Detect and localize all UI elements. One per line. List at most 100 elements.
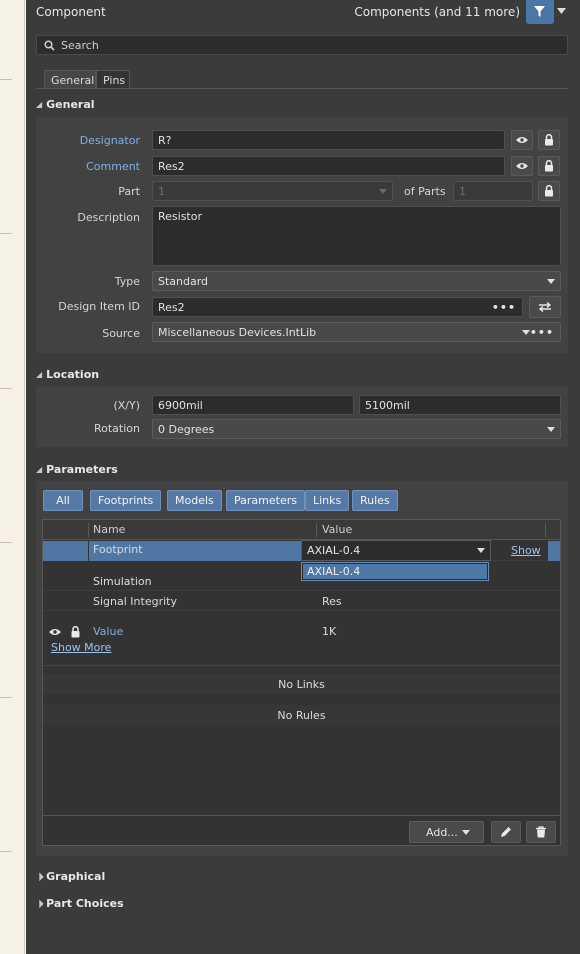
chevron-down-icon[interactable]	[557, 8, 566, 14]
search-icon	[44, 40, 55, 51]
of-parts-field: 1	[453, 181, 533, 201]
dropdown-option[interactable]: AXIAL-0.4	[303, 564, 487, 579]
pencil-icon	[501, 827, 511, 837]
section-graphical-label: Graphical	[46, 870, 106, 883]
rotation-select[interactable]: 0 Degrees	[152, 419, 561, 439]
canvas-edge	[0, 0, 25, 954]
type-label: Type	[114, 275, 140, 288]
designator-field[interactable]: R?	[152, 130, 505, 150]
filter-chip-all[interactable]: All	[43, 490, 83, 511]
param-value: 1K	[322, 625, 337, 638]
eye-icon	[516, 163, 528, 169]
panel-title: Component	[36, 5, 106, 19]
lock-icon[interactable]	[71, 626, 80, 638]
table-row[interactable]: Signal Integrity Res	[43, 591, 560, 611]
expand-triangle-icon: ◢	[33, 898, 45, 909]
lock-icon	[545, 160, 553, 172]
swap-arrows-icon	[538, 302, 552, 312]
type-value: Standard	[158, 275, 209, 288]
lock-icon	[545, 134, 553, 146]
eye-icon	[516, 137, 528, 143]
chevron-down-icon	[379, 189, 387, 194]
design-item-id-label: Design Item ID	[58, 300, 140, 313]
chevron-down-icon	[522, 330, 530, 335]
section-general-header[interactable]: ◢ General	[36, 98, 95, 111]
filter-chip-rules[interactable]: Rules	[352, 490, 398, 511]
designator-label: Designator	[79, 134, 140, 147]
more-options-icon[interactable]: •••	[492, 301, 516, 314]
filter-icon	[534, 6, 545, 17]
properties-panel: Component Components (and 11 more) Gener…	[26, 0, 580, 954]
of-parts-label: of Parts	[404, 185, 446, 198]
edit-parameter-button[interactable]	[491, 821, 521, 843]
section-parameters-header[interactable]: ◢ Parameters	[36, 463, 118, 476]
description-label: Description	[77, 211, 140, 224]
source-value: Miscellaneous Devices.IntLib	[158, 326, 317, 339]
tab-general[interactable]: General	[44, 70, 96, 89]
eye-icon[interactable]	[49, 628, 61, 636]
comment-label: Comment	[86, 160, 140, 173]
lock-icon	[545, 185, 553, 197]
chevron-down-icon	[462, 830, 470, 835]
filter-button[interactable]	[526, 0, 554, 24]
section-part-choices-header[interactable]: ◢ Part Choices	[33, 897, 124, 910]
param-name: Value	[93, 625, 124, 638]
filter-chip-footprints[interactable]: Footprints	[90, 490, 162, 511]
components-count-label[interactable]: Components (and 11 more)	[354, 5, 520, 19]
comment-visibility-button[interactable]	[511, 156, 533, 176]
designator-visibility-button[interactable]	[511, 130, 533, 150]
part-lock-button[interactable]	[538, 181, 560, 201]
table-row[interactable]: Value 1K	[43, 621, 560, 641]
filter-chip-models[interactable]: Models	[167, 490, 222, 511]
collapse-triangle-icon: ◢	[36, 100, 43, 109]
section-parameters-label: Parameters	[46, 463, 118, 476]
part-select: 1	[152, 181, 393, 201]
add-parameter-button[interactable]: Add...	[409, 821, 484, 843]
part-label: Part	[118, 185, 140, 198]
filter-chip-parameters[interactable]: Parameters	[226, 490, 305, 511]
footprint-dropdown-list: AXIAL-0.4	[301, 562, 489, 581]
no-rules-message: No Rules	[277, 709, 326, 722]
x-field[interactable]: 6900mil	[152, 395, 354, 415]
trash-icon	[536, 826, 546, 838]
footprint-value-select[interactable]: AXIAL-0.4	[301, 540, 491, 561]
panel-header: Component Components (and 11 more)	[26, 0, 580, 26]
source-select[interactable]: Miscellaneous Devices.IntLib •••	[152, 322, 561, 342]
show-more-link[interactable]: Show More	[51, 641, 111, 654]
param-name: Signal Integrity	[93, 595, 177, 608]
section-part-choices-label: Part Choices	[46, 897, 124, 910]
section-general-label: General	[46, 98, 95, 111]
designator-lock-button[interactable]	[538, 130, 560, 150]
type-select[interactable]: Standard	[152, 271, 561, 291]
y-field[interactable]: 5100mil	[359, 395, 561, 415]
footprint-value: AXIAL-0.4	[307, 544, 361, 557]
param-name: Footprint	[93, 543, 143, 556]
more-options-icon[interactable]: •••	[530, 326, 554, 339]
tab-divider	[36, 88, 568, 89]
grid-header: Name Value	[43, 520, 560, 540]
chevron-down-icon	[547, 279, 555, 284]
section-location-header[interactable]: ◢ Location	[36, 368, 99, 381]
add-button-label: Add...	[426, 826, 458, 839]
tab-pins[interactable]: Pins	[96, 70, 130, 89]
search-input[interactable]	[61, 37, 561, 53]
xy-label: (X/Y)	[113, 399, 140, 412]
search-box[interactable]	[36, 35, 568, 55]
collapse-triangle-icon: ◢	[36, 465, 43, 474]
footprint-show-link[interactable]: Show	[511, 544, 541, 557]
collapse-triangle-icon: ◢	[36, 370, 43, 379]
description-field[interactable]: Resistor	[152, 206, 561, 266]
source-label: Source	[102, 327, 140, 340]
comment-lock-button[interactable]	[538, 156, 560, 176]
filter-chip-links[interactable]: Links	[305, 490, 350, 511]
delete-parameter-button[interactable]	[526, 821, 556, 843]
chevron-down-icon	[477, 548, 485, 553]
param-name: Simulation	[93, 575, 152, 588]
swap-item-button[interactable]	[529, 296, 561, 318]
comment-field[interactable]: Res2	[152, 156, 505, 176]
part-value: 1	[158, 185, 165, 198]
section-graphical-header[interactable]: ◢ Graphical	[34, 870, 106, 883]
column-name-header[interactable]: Name	[93, 523, 125, 536]
design-item-id-field[interactable]: Res2 •••	[152, 297, 523, 317]
column-value-header[interactable]: Value	[322, 523, 352, 536]
